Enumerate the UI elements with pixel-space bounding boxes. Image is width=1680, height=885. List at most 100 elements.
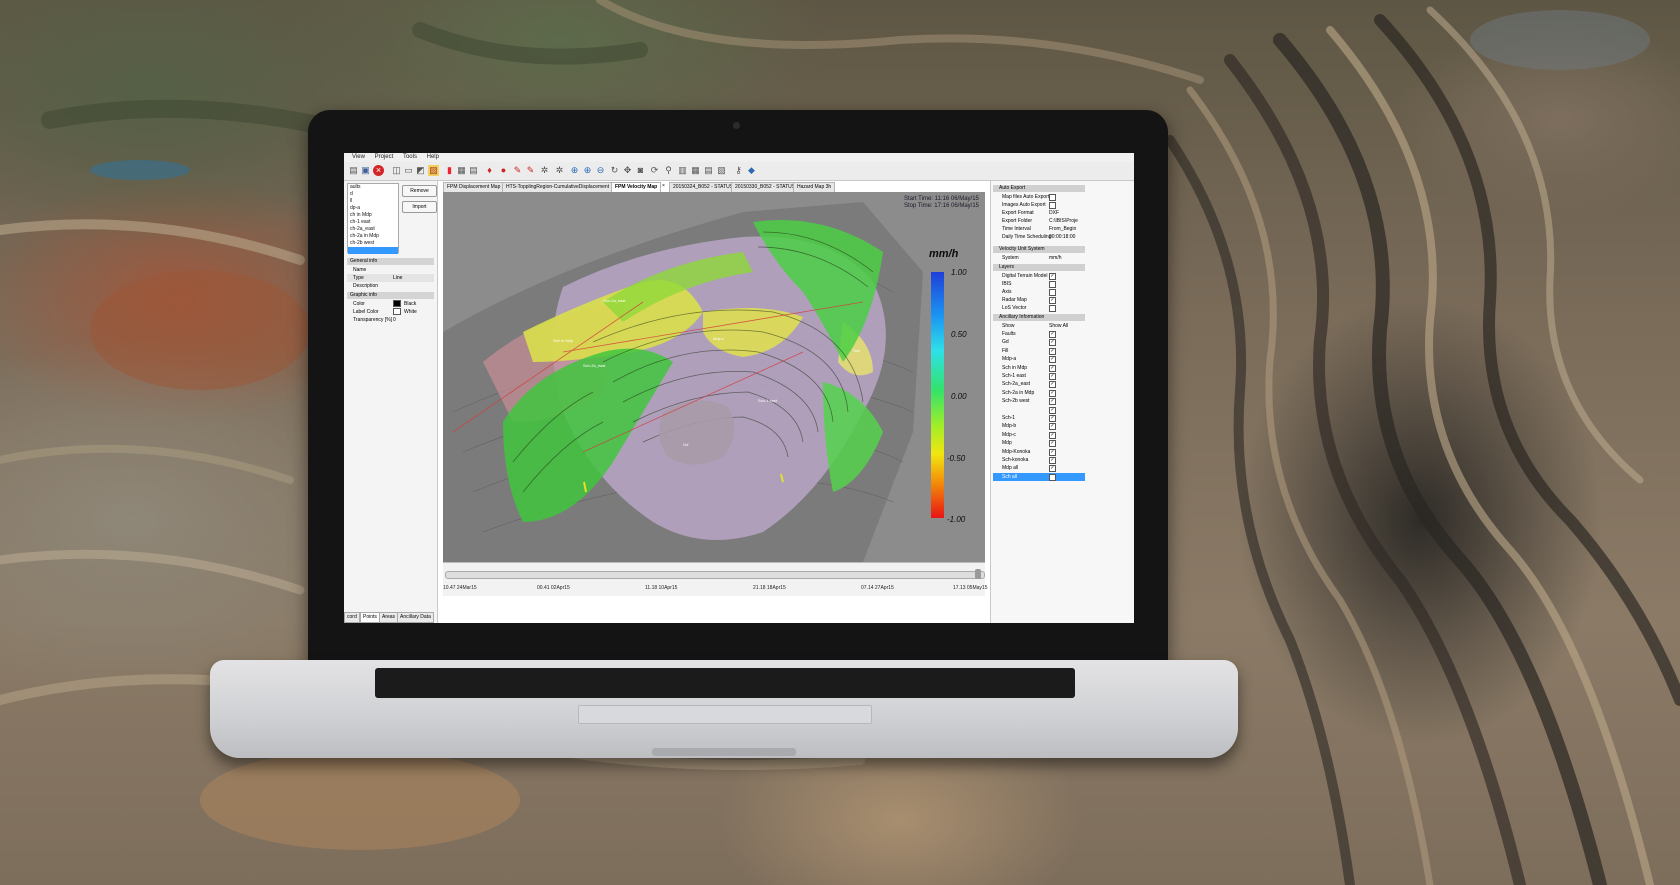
ancillary-checkbox[interactable]: ✓ xyxy=(1049,356,1056,364)
ancillary-checkbox[interactable]: ✓ xyxy=(1049,440,1056,448)
ancillary-row[interactable]: Faults ✓ xyxy=(993,330,1085,338)
zoom-out-icon[interactable]: ▭ xyxy=(403,165,414,176)
transparency-row[interactable]: Transparency [%] 0 xyxy=(347,316,434,324)
timeline-handle[interactable] xyxy=(975,569,981,579)
tab-points[interactable]: Points xyxy=(360,612,380,623)
ancillary-row[interactable]: Mdp ✓ xyxy=(993,439,1085,448)
layer-checkbox[interactable] xyxy=(1049,289,1056,296)
key-icon[interactable]: ⚷ xyxy=(733,165,744,176)
grid-icon[interactable]: ▦ xyxy=(456,165,467,176)
layer-checkbox[interactable] xyxy=(1049,305,1056,312)
rotate-icon[interactable]: ↻ xyxy=(609,165,620,176)
auto-export-value[interactable]: C:\IBIS\Proje xyxy=(1049,217,1078,225)
open-icon[interactable]: ▤ xyxy=(348,165,359,176)
label-color-row[interactable]: Label Color White xyxy=(347,308,434,316)
ancillary-row[interactable]: Sch all ✓ xyxy=(993,472,1085,481)
auto-export-header[interactable]: Auto Export xyxy=(993,185,1085,192)
layers-header[interactable]: Layers xyxy=(993,264,1085,271)
layer-row[interactable]: Axis xyxy=(993,288,1085,296)
ancillary-checkbox[interactable]: ✓ xyxy=(1049,331,1056,338)
cursor-icon[interactable]: ◩ xyxy=(415,165,426,176)
remove-button[interactable]: Remove xyxy=(402,185,437,197)
pan-icon[interactable]: ✥ xyxy=(622,165,633,176)
ancillary-row[interactable]: Sch-1 ✓ xyxy=(993,414,1085,422)
save-icon[interactable]: ▣ xyxy=(360,165,371,176)
search-icon[interactable]: ⚲ xyxy=(663,165,674,176)
ancillary-row[interactable]: Mdp-b ✓ xyxy=(993,422,1085,431)
menu-view[interactable]: View xyxy=(352,153,365,162)
zoom-out-icon-2[interactable]: ⊖ xyxy=(595,165,606,176)
ancillary-row[interactable]: ✓ xyxy=(993,406,1085,414)
ancillary-row[interactable]: Mdp all ✓ xyxy=(993,464,1085,473)
settings-icon[interactable]: ✲ xyxy=(539,165,550,176)
menu-project[interactable]: Project xyxy=(375,153,394,162)
layer-checkbox[interactable]: ✓ xyxy=(1049,297,1056,304)
list-item-selected[interactable] xyxy=(348,247,398,254)
menu-tools[interactable]: Tools xyxy=(403,153,417,162)
ancillary-row[interactable]: Sch-2a_east ✓ xyxy=(993,380,1085,389)
general-info-header[interactable]: General info xyxy=(347,258,434,265)
tab-cord[interactable]: cord xyxy=(344,612,360,623)
velocity-unit-system-header[interactable]: Velocity Unit System xyxy=(993,246,1085,253)
auto-export-value[interactable]: DXF xyxy=(1049,209,1059,217)
list-item[interactable]: aults xyxy=(348,184,398,191)
ancillary-checkbox[interactable]: ✓ xyxy=(1049,431,1056,439)
layer-row[interactable]: Radar Map ✓ xyxy=(993,296,1085,304)
ancillary-row[interactable]: Sch-2b west ✓ xyxy=(993,397,1085,406)
tab-ancillary-data[interactable]: Ancillary Data xyxy=(397,612,434,623)
color-row[interactable]: Color Black xyxy=(347,300,434,308)
ancillary-checkbox[interactable]: ✓ xyxy=(1049,373,1056,380)
list-item[interactable]: dp-a xyxy=(348,205,398,212)
layer-checkbox[interactable]: ✓ xyxy=(1049,273,1056,280)
auto-export-value[interactable]: From_Begin xyxy=(1049,225,1076,233)
layer-row[interactable]: LoS Vector xyxy=(993,304,1085,312)
ancillary-checkbox[interactable]: ✓ xyxy=(1049,465,1056,473)
ancillary-row[interactable]: Mdp-c ✓ xyxy=(993,431,1085,439)
zoom-icon[interactable]: ◫ xyxy=(391,165,402,176)
ancillary-row[interactable]: Mdp-a ✓ xyxy=(993,355,1085,364)
ancillary-checkbox[interactable]: ✓ xyxy=(1049,347,1056,355)
ancillary-row[interactable]: Fill ✓ xyxy=(993,347,1085,355)
image-icon[interactable]: ▨ xyxy=(428,165,439,176)
auto-export-value[interactable]: 00:00:18:00 xyxy=(1049,233,1075,241)
ancillary-checkbox[interactable]: ✓ xyxy=(1049,457,1056,464)
pin-icon[interactable]: ♦ xyxy=(484,165,495,176)
ancillary-info-header[interactable]: Ancillary Information xyxy=(993,314,1085,321)
layer-checkbox[interactable] xyxy=(1049,281,1056,288)
ancillary-checkbox[interactable]: ✓ xyxy=(1049,381,1056,389)
label-color-swatch[interactable] xyxy=(393,308,401,316)
layer-icon[interactable]: ▤ xyxy=(468,165,479,176)
ancillary-row[interactable]: Sch in Mdp ✓ xyxy=(993,364,1085,372)
tab-areas[interactable]: Areas xyxy=(379,612,399,623)
ancillary-row[interactable]: Sch-1 east ✓ xyxy=(993,372,1085,380)
ancillary-checkbox[interactable]: ✓ xyxy=(1049,448,1056,456)
close-icon[interactable]: × xyxy=(373,165,384,176)
list-item[interactable]: ch-2a_east xyxy=(348,226,398,233)
pin-icon-2[interactable]: ● xyxy=(498,165,509,176)
list-item[interactable]: ch-2b west xyxy=(348,240,398,247)
auto-export-row[interactable]: Daily Time Scheduling 00:00:18:00 xyxy=(993,233,1085,241)
system-row[interactable]: System mm/h xyxy=(993,254,1085,262)
ancillary-row[interactable]: Mdp-Konoka ✓ xyxy=(993,448,1085,456)
chart-icon[interactable]: ▥ xyxy=(677,165,688,176)
menu-help[interactable]: Help xyxy=(427,153,439,162)
auto-export-row[interactable]: Images Auto Export xyxy=(993,201,1085,209)
ancillary-row[interactable]: Sch-2a in Mdp ✓ xyxy=(993,389,1085,397)
refresh-icon[interactable]: ⟳ xyxy=(649,165,660,176)
layer-list[interactable]: aults d ll dp-a ch in Mdp ch-1 east ch-2… xyxy=(347,183,399,254)
type-row[interactable]: Type Line xyxy=(347,274,434,282)
ancillary-checkbox[interactable]: ✓ xyxy=(1049,364,1056,372)
ancillary-checkbox[interactable]: ✓ xyxy=(1049,339,1056,347)
velocity-map-view[interactable]: Sch-2a_east Sch in Mdp Sch-2b_east Mdp-c… xyxy=(443,192,985,562)
ancillary-row[interactable]: Gd ✓ xyxy=(993,338,1085,347)
show-row[interactable]: Show Show All xyxy=(993,322,1085,330)
graphic-info-header[interactable]: Graphic info xyxy=(347,292,434,299)
table-icon[interactable]: ▦ xyxy=(690,165,701,176)
list-item[interactable]: ch-1 east xyxy=(348,219,398,226)
color-icon[interactable]: ▮ xyxy=(444,165,455,176)
auto-export-row[interactable]: Map files Auto Export xyxy=(993,193,1085,201)
list-item[interactable]: d xyxy=(348,191,398,198)
list-item[interactable]: ll xyxy=(348,198,398,205)
auto-export-row[interactable]: Time Interval From_Begin xyxy=(993,225,1085,233)
link-icon[interactable]: ▧ xyxy=(716,165,727,176)
